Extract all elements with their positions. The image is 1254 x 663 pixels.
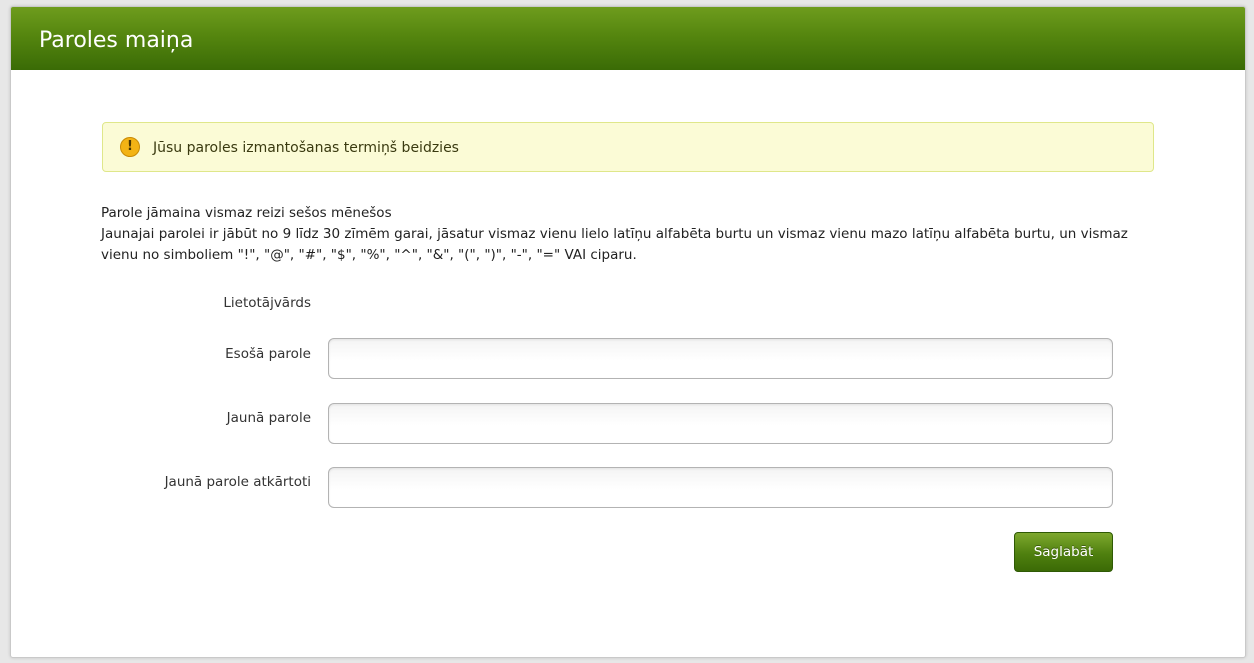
repeat-password-input[interactable] [328, 467, 1113, 508]
alert-message: Jūsu paroles izmantošanas termiņš beidzi… [153, 140, 459, 156]
password-change-panel: Paroles maiņa ! Jūsu paroles izmantošana… [10, 6, 1246, 658]
current-password-input[interactable] [328, 338, 1113, 379]
username-label: Lietotājvārds [223, 295, 311, 311]
save-button[interactable]: Saglabāt [1014, 532, 1113, 572]
requirement-rules: Jaunajai parolei ir jābūt no 9 līdz 30 z… [101, 226, 1128, 263]
panel-header: Paroles maiņa [11, 7, 1245, 70]
expiry-alert: ! Jūsu paroles izmantošanas termiņš beid… [102, 122, 1154, 172]
repeat-password-label: Jaunā parole atkārtoti [164, 474, 311, 490]
requirement-frequency: Parole jāmaina vismaz reizi sešos mēnešo… [101, 205, 392, 221]
new-password-input[interactable] [328, 403, 1113, 444]
warning-icon: ! [120, 137, 140, 157]
new-password-label: Jaunā parole [226, 410, 311, 426]
page-title: Paroles maiņa [39, 28, 194, 53]
current-password-label: Esošā parole [225, 346, 311, 362]
password-requirements: Parole jāmaina vismaz reizi sešos mēnešo… [101, 203, 1161, 266]
